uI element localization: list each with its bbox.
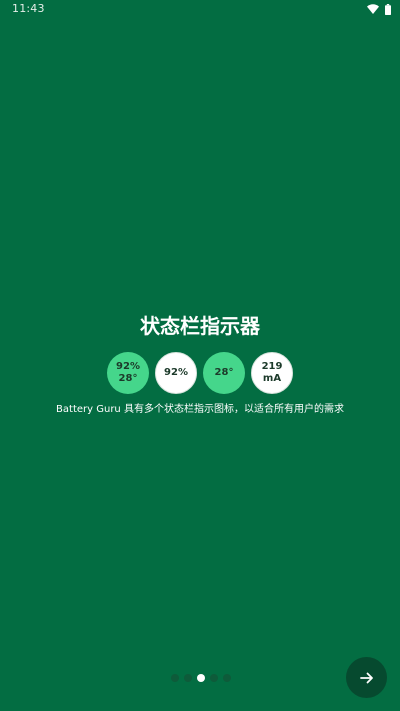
pager-dots (171, 674, 231, 682)
next-button[interactable] (346, 657, 387, 698)
onboarding-content: 状态栏指示器 92% 28° 92% 28° 219 mA Battery Gu… (0, 312, 400, 417)
pager-dot-1[interactable] (171, 674, 179, 682)
indicator-line1: 92% (164, 367, 188, 378)
indicator-line1: 219 (261, 361, 283, 372)
battery-icon (385, 3, 391, 15)
indicator-line2: mA (262, 373, 282, 384)
pager-dot-2[interactable] (184, 674, 192, 682)
status-time: 11:43 (12, 2, 45, 15)
indicator-current: 219 mA (251, 352, 293, 394)
pager-dot-3-active[interactable] (197, 674, 205, 682)
indicator-temp: 28° (203, 352, 245, 394)
pager-dot-4[interactable] (210, 674, 218, 682)
status-bar: 11:43 (0, 0, 400, 20)
indicator-line1: 28° (214, 367, 234, 378)
page-description: Battery Guru 具有多个状态栏指示图标，以适合所有用户的需求 (56, 404, 344, 415)
indicator-line2: 28° (118, 373, 138, 384)
indicator-line1: 92% (116, 361, 140, 372)
wifi-icon (367, 4, 379, 14)
arrow-right-icon (359, 670, 375, 686)
page-title: 状态栏指示器 (140, 314, 260, 338)
indicator-percent-temp: 92% 28° (107, 352, 149, 394)
indicator-row: 92% 28° 92% 28° 219 mA (0, 352, 400, 394)
status-icons (367, 3, 391, 15)
indicator-percent: 92% (155, 352, 197, 394)
pager-dot-5[interactable] (223, 674, 231, 682)
